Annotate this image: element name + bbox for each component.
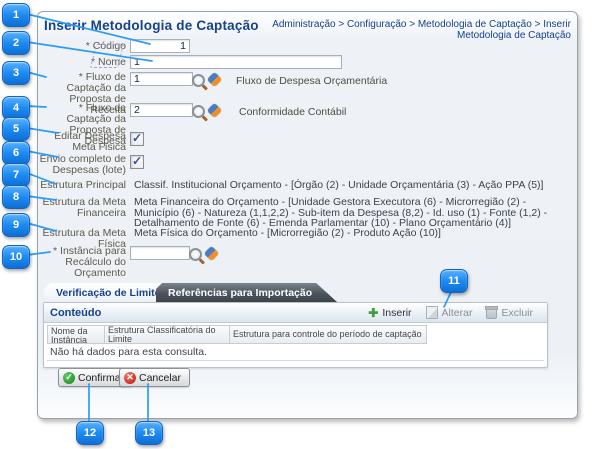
instancia-recalculo-input[interactable] — [130, 246, 190, 260]
fluxo-despesa-description: Conformidade Contábil — [239, 106, 346, 118]
cancelar-label: Cancelar — [139, 372, 181, 384]
column-header[interactable]: Estrutura Classificatória do Limite — [104, 325, 230, 344]
annotation-badge-10: 10 — [2, 245, 30, 269]
excluir-button[interactable]: Excluir — [486, 306, 533, 319]
plus-icon: ✚ — [368, 308, 378, 318]
eraser-icon[interactable] — [207, 103, 223, 119]
edit-page-icon — [426, 306, 438, 319]
search-icon[interactable] — [189, 248, 202, 261]
column-header[interactable]: Nome da Instância — [47, 325, 105, 344]
check-icon: ✓ — [63, 372, 75, 384]
screenshot-stage: Inserir Metodologia de Captação Administ… — [0, 0, 600, 449]
fluxo-receita-description: Fluxo de Despesa Orçamentária — [236, 75, 387, 87]
column-header[interactable]: Estrutura para controle do período de ca… — [229, 325, 427, 344]
page-title: Inserir Metodologia de Captação — [44, 18, 259, 33]
confirmar-label: Confirmar — [78, 372, 124, 384]
limits-table: Nome da Instância Estrutura Classificató… — [47, 325, 544, 361]
content-header: Conteúdo ✚ Inserir Alterar Excluir — [44, 303, 547, 323]
content-title: Conteúdo — [44, 307, 368, 319]
annotation-badge-13: 13 — [135, 421, 163, 445]
search-icon[interactable] — [192, 74, 205, 87]
eraser-icon[interactable] — [207, 72, 223, 88]
annotation-badge-11: 11 — [440, 269, 468, 293]
codigo-input[interactable] — [130, 39, 190, 53]
annotation-badge-12: 12 — [76, 421, 104, 445]
cancel-icon: ✕ — [124, 372, 136, 384]
alterar-button[interactable]: Alterar — [426, 306, 473, 319]
annotation-badge-2: 2 — [2, 31, 30, 55]
tab-label: Referências para Importação — [168, 287, 312, 299]
envio-completo-label: Envio completo de Despesas (lote) — [38, 154, 126, 176]
excluir-label: Excluir — [501, 307, 533, 319]
tab-referencias-para-importacao[interactable]: Referências para Importação — [156, 283, 338, 303]
fluxo-despesa-input[interactable] — [130, 103, 193, 117]
annotation-badge-1: 1 — [2, 3, 30, 27]
inserir-button[interactable]: ✚ Inserir — [368, 307, 411, 319]
inserir-label: Inserir — [382, 307, 411, 319]
estrutura-meta-fisica-value: Meta Física do Orçamento - [Microrregião… — [134, 228, 572, 239]
content-box: Conteúdo ✚ Inserir Alterar Excluir Nome … — [43, 302, 548, 368]
annotation-badge-5: 5 — [2, 117, 30, 141]
trash-icon — [486, 308, 497, 319]
annotation-badge-7: 7 — [2, 163, 30, 187]
annotation-badge-8: 8 — [2, 185, 30, 209]
envio-completo-checkbox[interactable] — [130, 155, 144, 169]
nome-input[interactable] — [130, 55, 342, 69]
main-panel: Inserir Metodologia de Captação Administ… — [37, 11, 578, 419]
table-header-row: Nome da Instância Estrutura Classificató… — [47, 325, 544, 344]
table-empty-message: Não há dados para esta consulta. — [47, 344, 544, 361]
instancia-recalculo-label: * Instância para Recálculo do Orçamento — [38, 246, 126, 279]
annotation-badge-6: 6 — [2, 141, 30, 165]
annotation-badge-9: 9 — [2, 213, 30, 237]
breadcrumb: Administração > Configuração > Metodolog… — [241, 19, 571, 41]
eraser-icon[interactable] — [204, 246, 220, 262]
cancelar-button[interactable]: ✕ Cancelar — [119, 368, 190, 387]
tab-label: Verificação de Limites — [56, 287, 166, 299]
estrutura-principal-value: Classif. Institucional Orçamento - [Órgã… — [134, 180, 572, 191]
editar-despesa-checkbox[interactable] — [130, 132, 144, 146]
alterar-label: Alterar — [442, 307, 473, 319]
annotation-badge-3: 3 — [2, 61, 30, 85]
dashed-highlight-box — [90, 44, 124, 68]
search-icon[interactable] — [192, 105, 205, 118]
estrutura-principal-label: Estrutura Principal — [38, 180, 126, 191]
estrutura-meta-financeira-label: Estrutura da Meta Financeira — [38, 197, 126, 219]
editar-despesa-label: Editar Despesa Meta Fisica — [38, 131, 126, 153]
estrutura-meta-financeira-value: Meta Financeira do Orçamento - [Unidade … — [134, 197, 572, 229]
fluxo-receita-input[interactable] — [130, 72, 193, 86]
